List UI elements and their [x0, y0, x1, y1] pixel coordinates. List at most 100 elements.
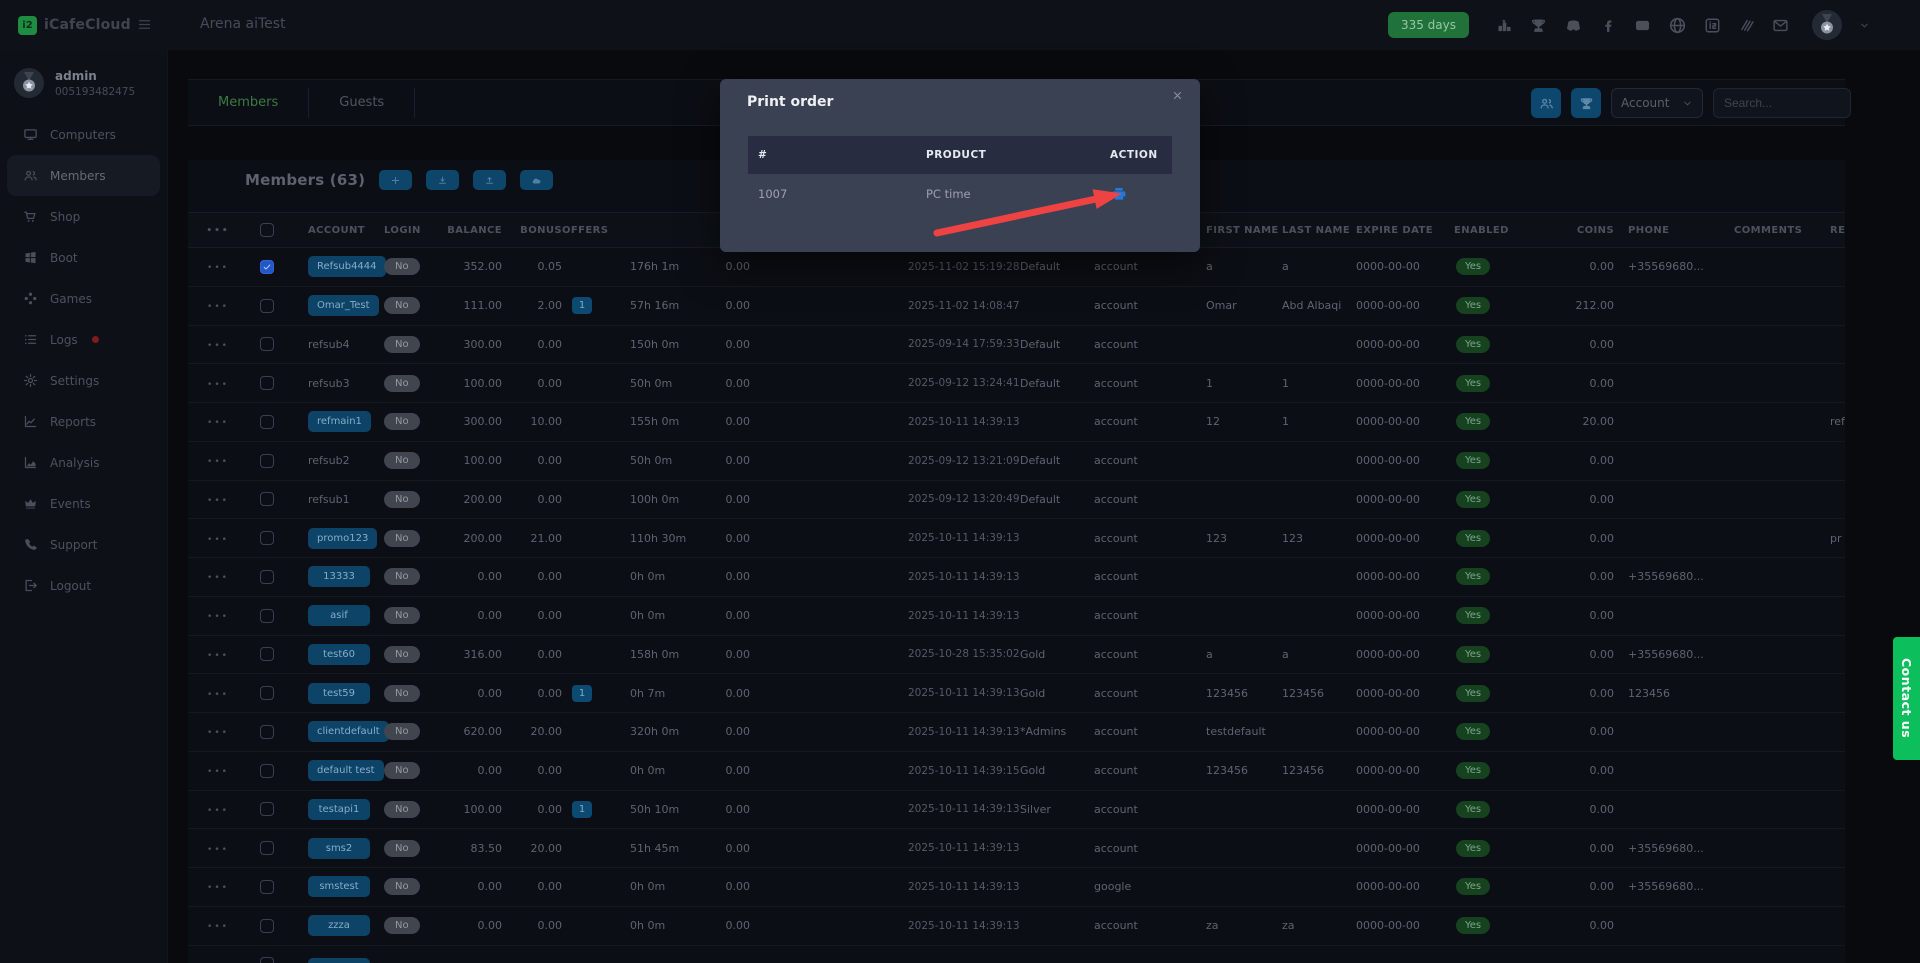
row-checkbox[interactable] [260, 299, 274, 313]
row-checkbox[interactable] [260, 880, 274, 894]
sidebar-item-reports[interactable]: Reports [7, 401, 160, 442]
account-name[interactable]: Omar_Test [308, 295, 379, 316]
sidebar-item-analysis[interactable]: Analysis [7, 442, 160, 483]
row-checkbox[interactable] [260, 609, 274, 623]
account-name[interactable]: testapi1 [308, 799, 370, 820]
sidebar-item-games[interactable]: Games [7, 278, 160, 319]
row-menu-icon[interactable]: ••• [207, 883, 229, 893]
layers-icon[interactable] [1738, 17, 1755, 34]
account-name[interactable]: refsub3 [308, 377, 350, 390]
account-name[interactable]: test59 [308, 683, 370, 704]
column-header-coins[interactable]: COINS [1518, 225, 1614, 236]
row-menu-icon[interactable]: ••• [207, 690, 229, 700]
account-name[interactable]: sms2 [308, 838, 370, 859]
facebook-icon[interactable] [1600, 17, 1617, 34]
column-header-login[interactable]: LOGIN [382, 225, 440, 236]
row-menu-icon[interactable]: ••• [207, 341, 229, 351]
podium-icon[interactable] [1496, 17, 1513, 34]
column-header-offers[interactable]: OFFERS [562, 225, 602, 236]
account-name[interactable]: clientdefault [308, 721, 389, 742]
row-menu-icon[interactable]: ••• [207, 496, 229, 506]
row-checkbox[interactable] [260, 957, 274, 963]
row-checkbox[interactable] [260, 454, 274, 468]
sidebar-item-logout[interactable]: Logout [7, 565, 160, 606]
column-header-enabled[interactable]: ENABLED [1454, 225, 1518, 236]
add-member-button[interactable] [379, 170, 412, 190]
column-header-phone[interactable]: PHONE [1614, 225, 1734, 236]
license-days-badge[interactable]: 335 days [1388, 12, 1469, 38]
sidebar-user[interactable]: admin 005193482475 [14, 68, 135, 98]
search-input[interactable] [1713, 88, 1851, 118]
account-name[interactable]: default test [308, 760, 384, 781]
mail-icon[interactable] [1772, 17, 1789, 34]
printer-icon[interactable] [1110, 186, 1128, 202]
account-name[interactable]: refmain1 [308, 411, 371, 432]
sidebar-item-members[interactable]: Members [7, 155, 160, 196]
row-menu-icon[interactable]: ••• [207, 806, 229, 816]
row-checkbox[interactable] [260, 686, 274, 700]
row-menu-icon[interactable]: ••• [207, 418, 229, 428]
sidebar-item-logs[interactable]: Logs [7, 319, 160, 360]
row-menu-icon[interactable]: ••• [207, 767, 229, 777]
row-checkbox[interactable] [260, 260, 274, 274]
account-name[interactable]: 13333 [308, 566, 370, 587]
column-header-expire-date[interactable]: EXPIRE DATE [1356, 225, 1454, 236]
account-name[interactable]: smstest [308, 876, 370, 897]
row-checkbox[interactable] [260, 492, 274, 506]
sidebar-item-support[interactable]: Support [7, 524, 160, 565]
column-header-first-name[interactable]: FIRST NAME [1206, 225, 1282, 236]
row-checkbox[interactable] [260, 647, 274, 661]
discord-icon[interactable] [1564, 16, 1583, 35]
account-name[interactable]: asif [308, 605, 370, 626]
row-checkbox[interactable] [260, 802, 274, 816]
account-name[interactable]: test60 [308, 644, 370, 665]
row-menu-icon[interactable]: ••• [207, 922, 229, 932]
close-icon[interactable] [1171, 89, 1184, 102]
account-menu-chevron-icon[interactable] [1859, 20, 1870, 31]
row-menu-icon[interactable]: ••• [207, 535, 229, 545]
cloud-sync-button[interactable] [520, 170, 553, 190]
account-name[interactable]: promo123 [308, 528, 377, 549]
contact-us-button[interactable]: Contact us [1893, 637, 1920, 760]
tab-guests[interactable]: Guests [309, 88, 415, 118]
sidebar-item-shop[interactable]: Shop [7, 196, 160, 237]
search-type-select[interactable]: Account [1611, 88, 1703, 118]
globe-icon[interactable] [1668, 16, 1687, 35]
row-checkbox[interactable] [260, 337, 274, 351]
row-checkbox[interactable] [260, 531, 274, 545]
youtube-icon[interactable] [1634, 17, 1651, 34]
sidebar-item-computers[interactable]: Computers [7, 114, 160, 155]
row-checkbox[interactable] [260, 376, 274, 390]
column-header-remark[interactable]: REMARK [1830, 225, 1845, 236]
row-checkbox[interactable] [260, 841, 274, 855]
trophy-icon[interactable] [1530, 17, 1547, 34]
hamburger-menu-icon[interactable] [136, 17, 153, 32]
row-menu-icon[interactable]: ••• [207, 302, 229, 312]
row-menu-icon[interactable]: ••• [207, 845, 229, 855]
row-menu-icon[interactable]: ••• [207, 728, 229, 738]
account-name[interactable]: Refsub4444 [308, 256, 386, 277]
account-name[interactable]: refsub1 [308, 493, 350, 506]
row-menu-icon[interactable]: ••• [207, 457, 229, 467]
row-menu-icon[interactable]: ••• [207, 263, 229, 273]
i2-icon[interactable] [1704, 17, 1721, 34]
row-checkbox[interactable] [260, 415, 274, 429]
select-all-checkbox[interactable] [260, 223, 274, 237]
member-groups-button[interactable] [1531, 88, 1561, 118]
account-name[interactable] [308, 958, 370, 963]
sidebar-item-boot[interactable]: Boot [7, 237, 160, 278]
column-header-balance[interactable]: BALANCE [440, 225, 502, 236]
row-menu-icon[interactable]: ••• [207, 573, 229, 583]
export-members-button[interactable] [473, 170, 506, 190]
column-header-comments[interactable]: COMMENTS [1734, 225, 1830, 236]
row-checkbox[interactable] [260, 725, 274, 739]
account-name[interactable]: refsub4 [308, 338, 350, 351]
account-name[interactable]: refsub2 [308, 454, 350, 467]
row-checkbox[interactable] [260, 919, 274, 933]
row-checkbox[interactable] [260, 570, 274, 584]
tab-members[interactable]: Members [188, 88, 309, 118]
column-header-account[interactable]: ACCOUNT [286, 225, 382, 236]
row-menu-icon[interactable]: ••• [207, 380, 229, 390]
row-menu-icon[interactable]: ••• [207, 612, 229, 622]
sidebar-item-settings[interactable]: Settings [7, 360, 160, 401]
